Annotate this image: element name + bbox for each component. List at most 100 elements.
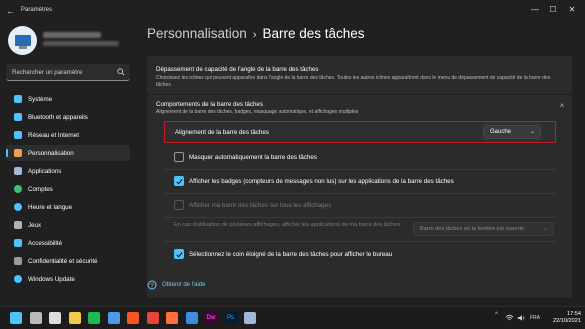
sidebar-item-label: Réseau et Internet	[28, 132, 79, 139]
brave-icon[interactable]	[127, 312, 139, 324]
sidebar-item-jeux[interactable]: Jeux	[6, 217, 130, 233]
accessibility-icon	[14, 239, 22, 247]
chevron-down-icon: ⌄	[529, 129, 535, 135]
profile-email-blurred	[43, 41, 119, 46]
sidebar-item-label: Heure et langue	[28, 204, 73, 211]
sidebar-item-applications[interactable]: Applications	[6, 163, 130, 179]
behaviors-card: Comportements de la barre des tâches Ali…	[147, 95, 572, 298]
maximize-button[interactable]: ☐	[546, 4, 560, 16]
overflow-card-description: Choisissez les icônes qui peuvent appara…	[156, 75, 551, 88]
behaviors-card-title: Comportements de la barre des tâches	[156, 101, 263, 108]
content-area: Dépassement de capacité de l'angle de la…	[147, 48, 572, 298]
photoshop-icon[interactable]: Ps	[224, 312, 237, 324]
badges-label: Afficher les badges (compteurs de messag…	[189, 178, 454, 185]
divider	[164, 217, 556, 218]
divider	[164, 169, 556, 170]
back-arrow-icon[interactable]: ←	[6, 6, 16, 16]
store-icon[interactable]	[107, 312, 120, 324]
sidebar-item-bluetooth-et-appareils[interactable]: Bluetooth et appareils	[6, 109, 130, 125]
autohide-label: Masquer automatiquement la barre des tâc…	[189, 154, 317, 161]
shield-icon	[14, 257, 22, 265]
sidebar-item-confidentialite-et-securite[interactable]: Confidentialité et sécurité	[6, 253, 130, 269]
multi-display-value: Barre des tâches où la fenêtre est ouver…	[420, 226, 525, 232]
search-input[interactable]: Rechercher un paramètre	[6, 64, 130, 81]
sidebar-item-label: Bluetooth et appareils	[28, 114, 88, 121]
user-profile[interactable]	[8, 26, 128, 56]
alignment-value: Gauche	[490, 129, 512, 135]
clock[interactable]: 17:54 22/10/2021	[553, 311, 581, 325]
autohide-checkbox[interactable]	[174, 152, 184, 162]
spotify-icon[interactable]	[88, 312, 100, 324]
clock-time: 17:54	[567, 311, 581, 317]
sidebar-item-comptes[interactable]: Comptes	[6, 181, 130, 197]
firefox-icon[interactable]	[166, 312, 178, 324]
monitor-icon	[14, 95, 22, 103]
sidebar-item-label: Windows Update	[28, 276, 75, 283]
chevron-down-icon: ⌄	[542, 226, 548, 232]
task-view-icon[interactable]	[49, 312, 61, 324]
sidebar-item-label: Personnalisation	[28, 150, 74, 157]
overflow-card[interactable]: Dépassement de capacité de l'angle de la…	[147, 56, 572, 94]
breadcrumb-separator: ›	[252, 29, 257, 41]
brush-icon	[14, 149, 22, 157]
sidebar-item-accessibilite[interactable]: Accessibilité	[6, 235, 130, 251]
wifi-tray-icon[interactable]	[505, 314, 514, 322]
behaviors-card-description: Alignement de la barre des tâches, badge…	[156, 109, 359, 115]
multi-display-dropdown: Barre des tâches où la fenêtre est ouver…	[413, 222, 554, 236]
all-displays-label: Afficher ma barre des tâches sur tous le…	[189, 202, 332, 209]
sidebar-item-label: Applications	[28, 168, 62, 175]
chrome-icon[interactable]	[146, 312, 159, 324]
sidebar-item-label: Jeux	[28, 222, 42, 229]
mail-icon[interactable]	[185, 312, 198, 324]
sidebar-item-heure-et-langue[interactable]: Heure et langue	[6, 199, 130, 215]
tray-chevron-icon[interactable]: ^	[495, 312, 498, 318]
sidebar-item-systeme[interactable]: Système	[6, 91, 130, 107]
minimize-button[interactable]: —	[528, 4, 542, 16]
breadcrumb: Personnalisation › Barre des tâches	[147, 26, 365, 41]
sidebar-item-label: Accessibilité	[28, 240, 63, 247]
file-explorer-icon[interactable]	[68, 312, 81, 324]
update-icon	[14, 275, 22, 283]
overflow-card-title: Dépassement de capacité de l'angle de la…	[156, 66, 319, 73]
sidebar-item-reseau-et-internet[interactable]: Réseau et Internet	[6, 127, 130, 143]
sidebar-item-label: Confidentialité et sécurité	[28, 258, 98, 265]
far-corner-checkbox[interactable]	[174, 249, 184, 259]
language-indicator[interactable]: FRA	[530, 315, 540, 321]
help-icon: ?	[147, 280, 157, 290]
gamepad-icon	[14, 221, 22, 229]
all-displays-checkbox	[174, 200, 184, 210]
apps-icon	[14, 167, 22, 175]
sidebar-item-label: Système	[28, 96, 53, 103]
avatar	[8, 26, 37, 55]
sidebar-item-label: Comptes	[28, 186, 53, 193]
volume-tray-icon[interactable]	[517, 314, 526, 322]
sidebar-item-windows-update[interactable]: Windows Update	[6, 271, 130, 287]
taskbar: ^ FRA 17:54 22/10/2021 Dw Ps	[0, 306, 585, 329]
multi-display-label: En cas d'utilisation de plusieurs affich…	[174, 222, 401, 228]
far-corner-label: Sélectionnez le coin éloigné de la barre…	[189, 251, 393, 258]
breadcrumb-parent[interactable]: Personnalisation	[147, 26, 247, 41]
profile-name-blurred	[43, 32, 101, 38]
alignment-label: Alignement de la barre des tâches	[175, 129, 269, 136]
search-taskbar-icon[interactable]	[29, 312, 42, 324]
settings-taskbar-icon[interactable]	[244, 312, 256, 324]
help-link-label[interactable]: Obtenir de l'aide	[162, 282, 206, 288]
clock-date: 22/10/2021	[553, 318, 581, 324]
close-button[interactable]: ✕	[565, 4, 579, 16]
sidebar-nav: Système Bluetooth et appareils Réseau et I…	[6, 91, 130, 289]
alignment-dropdown[interactable]: Gauche ⌄	[483, 125, 541, 139]
bluetooth-icon	[14, 113, 22, 121]
dreamweaver-icon[interactable]: Dw	[205, 312, 217, 324]
sidebar-item-personnalisation[interactable]: Personnalisation	[6, 145, 130, 161]
windows-start-icon[interactable]	[10, 312, 22, 324]
wifi-icon	[14, 131, 22, 139]
globe-clock-icon	[14, 203, 22, 211]
divider	[164, 241, 556, 242]
badges-checkbox[interactable]	[174, 176, 184, 186]
search-icon[interactable]	[117, 68, 125, 76]
divider	[164, 193, 556, 194]
app-title: Paramètres	[21, 7, 53, 13]
chevron-up-icon[interactable]: ˄	[560, 103, 564, 110]
page-title: Barre des tâches	[262, 26, 365, 41]
search-placeholder: Rechercher un paramètre	[12, 69, 83, 76]
